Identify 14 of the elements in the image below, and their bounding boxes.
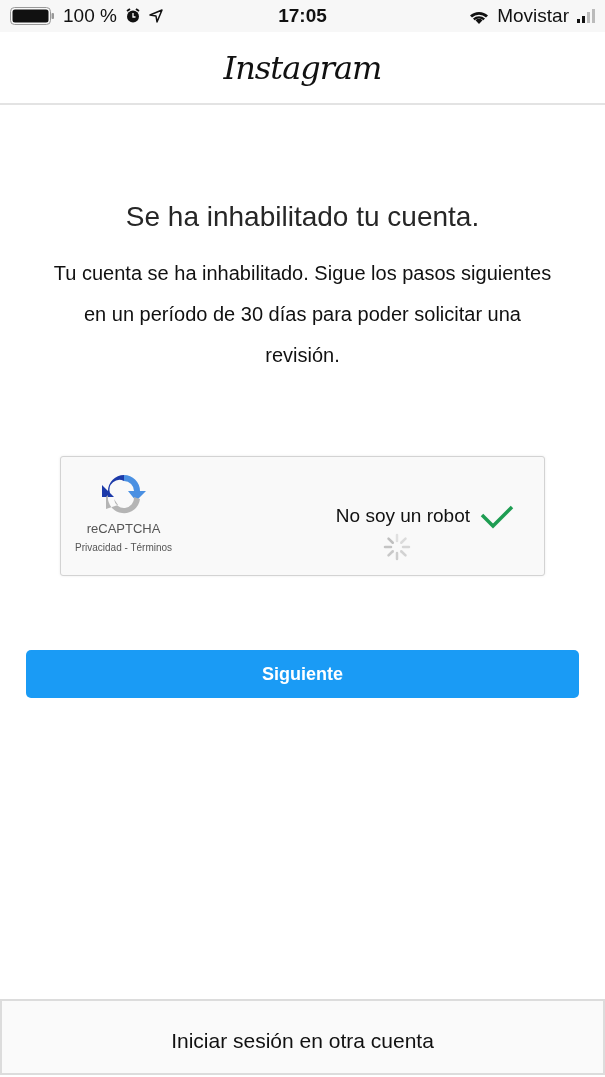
message-text: Tu cuenta se ha inhabilitado. Sigue los pasos siguientes en un período de 30 días para poder solicitar una revisión. [52,261,553,368]
recaptcha-label: reCAPTCHA [86,521,161,536]
instagram-logo: Instagram [223,48,382,87]
privacy-terms-text: Privacidad - Términos [75,542,173,553]
page-title: Se ha inhabilitado tu cuenta. [125,201,480,233]
captcha-label: No soy un robot [335,505,470,527]
battery-percent: 100 % [63,5,117,27]
battery-icon [10,7,55,25]
alarm-icon [124,8,141,24]
switch-account-link[interactable]: Iniciar sesión en otra cuenta [171,1029,434,1053]
clock-time: 17:05 [278,5,327,27]
location-icon [148,9,163,23]
carrier-name: Movistar [497,5,569,27]
signal-icon [577,9,595,23]
